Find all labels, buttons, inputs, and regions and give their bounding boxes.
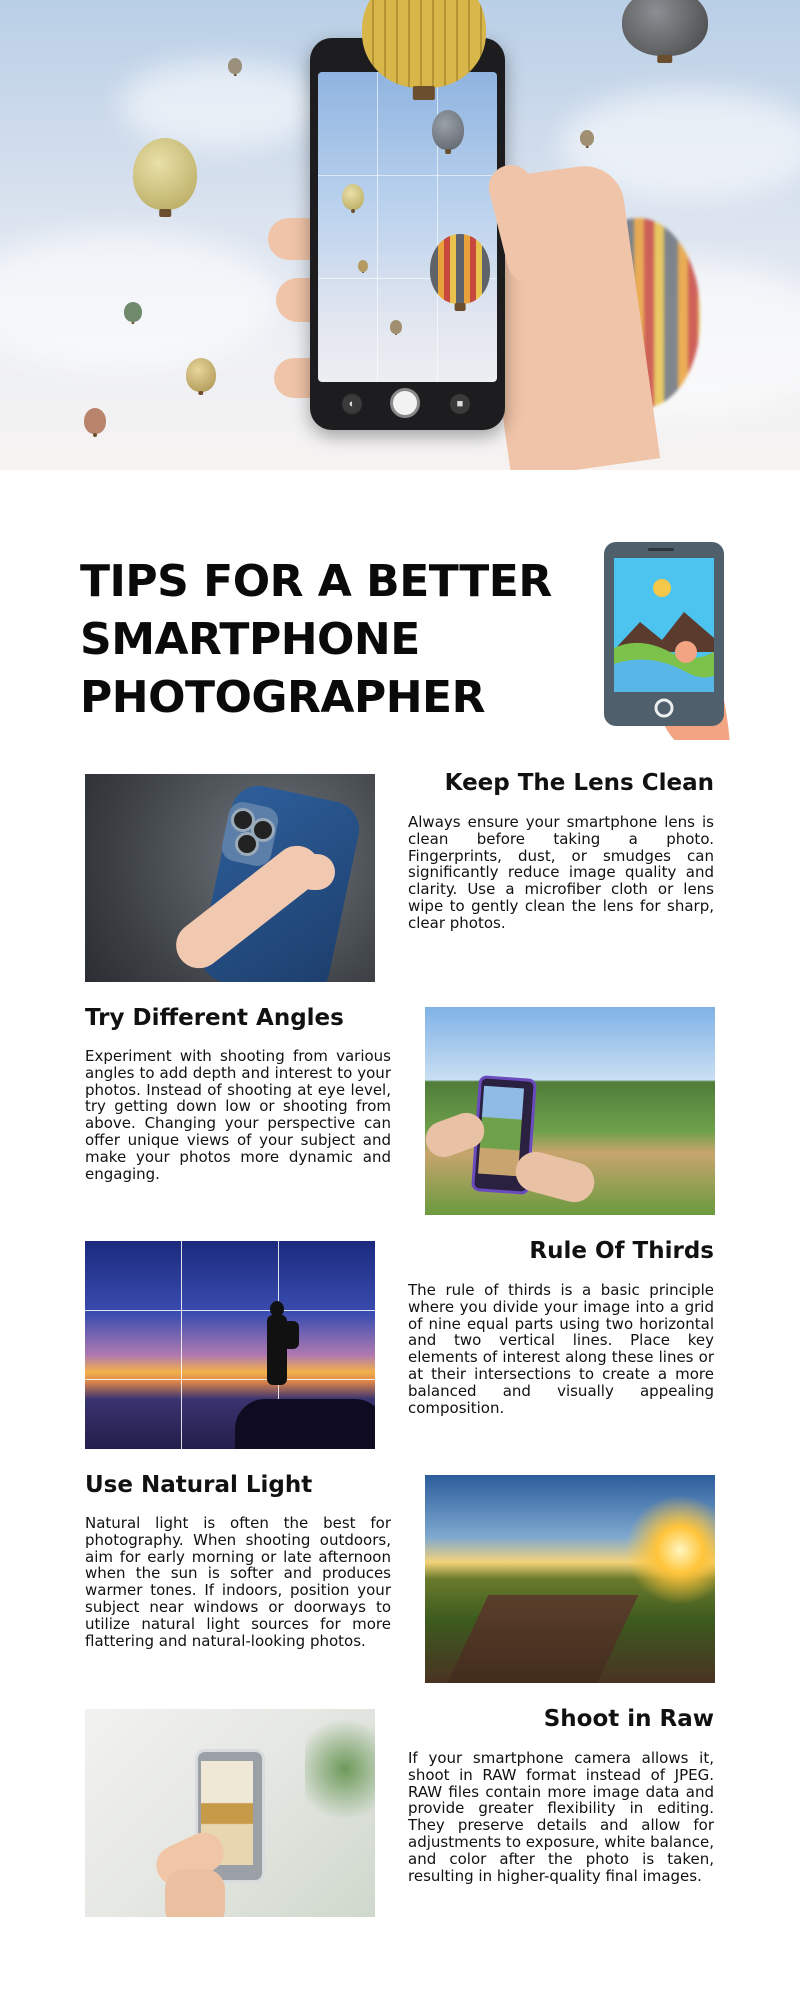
section-image-angles [425,1007,715,1215]
smartphone-illustration [604,542,730,740]
section-title: Rule Of Thirds [529,1238,714,1264]
title-line: TIPS FOR A BETTER [80,556,552,607]
section-text: The rule of thirds is a basic principle … [408,1281,714,1417]
balloon [580,130,594,146]
section-image-natural-light [425,1475,715,1683]
balloon [84,408,106,434]
section-text: If your smartphone camera allows it, sho… [408,1749,714,1885]
section-text: Experiment with shooting from various an… [85,1047,391,1183]
balloon [228,58,242,74]
shutter-button [390,388,420,418]
title-line: SMARTPHONE [80,614,420,665]
section-text: Always ensure your smartphone lens is cl… [408,813,714,932]
section-image-lens [85,774,375,982]
section-title: Use Natural Light [85,1472,313,1498]
section-title: Try Different Angles [85,1005,344,1031]
camera-controls: ◐ ■ [318,382,497,428]
hero-image: ◐ ■ [0,0,800,470]
title-line: PHOTOGRAPHER [80,672,485,723]
section-image-raw [85,1709,375,1917]
sun-icon [653,579,671,597]
section-image-thirds [85,1241,375,1449]
balloon [124,302,142,322]
balloon [133,138,197,210]
balloon [622,0,708,56]
video-icon: ■ [450,394,470,414]
section-title: Keep The Lens Clean [444,770,714,796]
section-title: Shoot in Raw [543,1706,714,1732]
rotate-icon: ◐ [342,394,362,414]
section-text: Natural light is often the best for phot… [85,1514,391,1650]
page-title: TIPS FOR A BETTER SMARTPHONE PHOTOGRAPHE… [80,553,552,727]
phone: ◐ ■ [310,38,505,430]
balloon [186,358,216,392]
phone-screen [318,72,497,382]
